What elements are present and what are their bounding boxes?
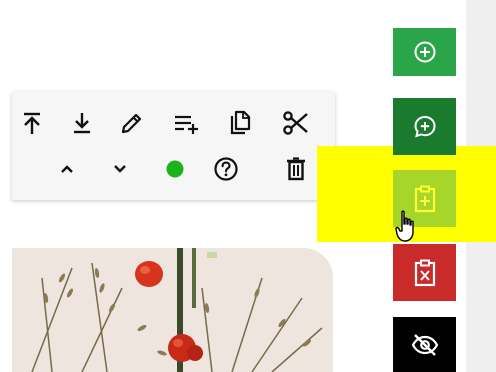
status-dot-icon [166,160,184,178]
move-to-top-button[interactable] [15,106,49,140]
cut-scissors-icon [283,111,308,135]
flower-photo[interactable] [12,248,333,372]
eye-off-icon [411,333,438,356]
trash-icon [287,157,305,181]
move-to-top-icon [24,112,40,134]
clipboard-remove-button[interactable] [393,244,456,301]
add-to-playlist-button[interactable] [170,106,204,140]
add-comment-icon [413,115,436,138]
edit-pencil-icon [121,113,142,134]
hand-cursor-icon [395,210,414,242]
add-circle-icon [414,41,435,63]
copy-icon [230,110,251,135]
add-comment-button[interactable] [393,98,456,155]
add-button[interactable] [393,28,456,76]
delete-button[interactable] [279,152,313,186]
page [0,0,496,372]
hide-button[interactable] [393,317,456,372]
download-icon [74,113,90,134]
status-button[interactable] [158,152,192,186]
help-icon [214,157,238,181]
cut-button[interactable] [279,106,313,140]
copy-button[interactable] [223,106,257,140]
item-toolbar [12,92,335,200]
help-button[interactable] [209,152,243,186]
move-down-button[interactable] [103,152,137,186]
flower-photo-image [12,248,333,372]
clipboard-remove-icon [414,259,435,286]
edit-button[interactable] [115,106,149,140]
add-to-playlist-icon [175,115,198,134]
chevron-up-icon [61,165,73,173]
clipboard-add-icon [414,185,435,212]
download-button[interactable] [65,106,99,140]
chevron-down-icon [114,165,126,173]
move-up-button[interactable] [50,152,84,186]
